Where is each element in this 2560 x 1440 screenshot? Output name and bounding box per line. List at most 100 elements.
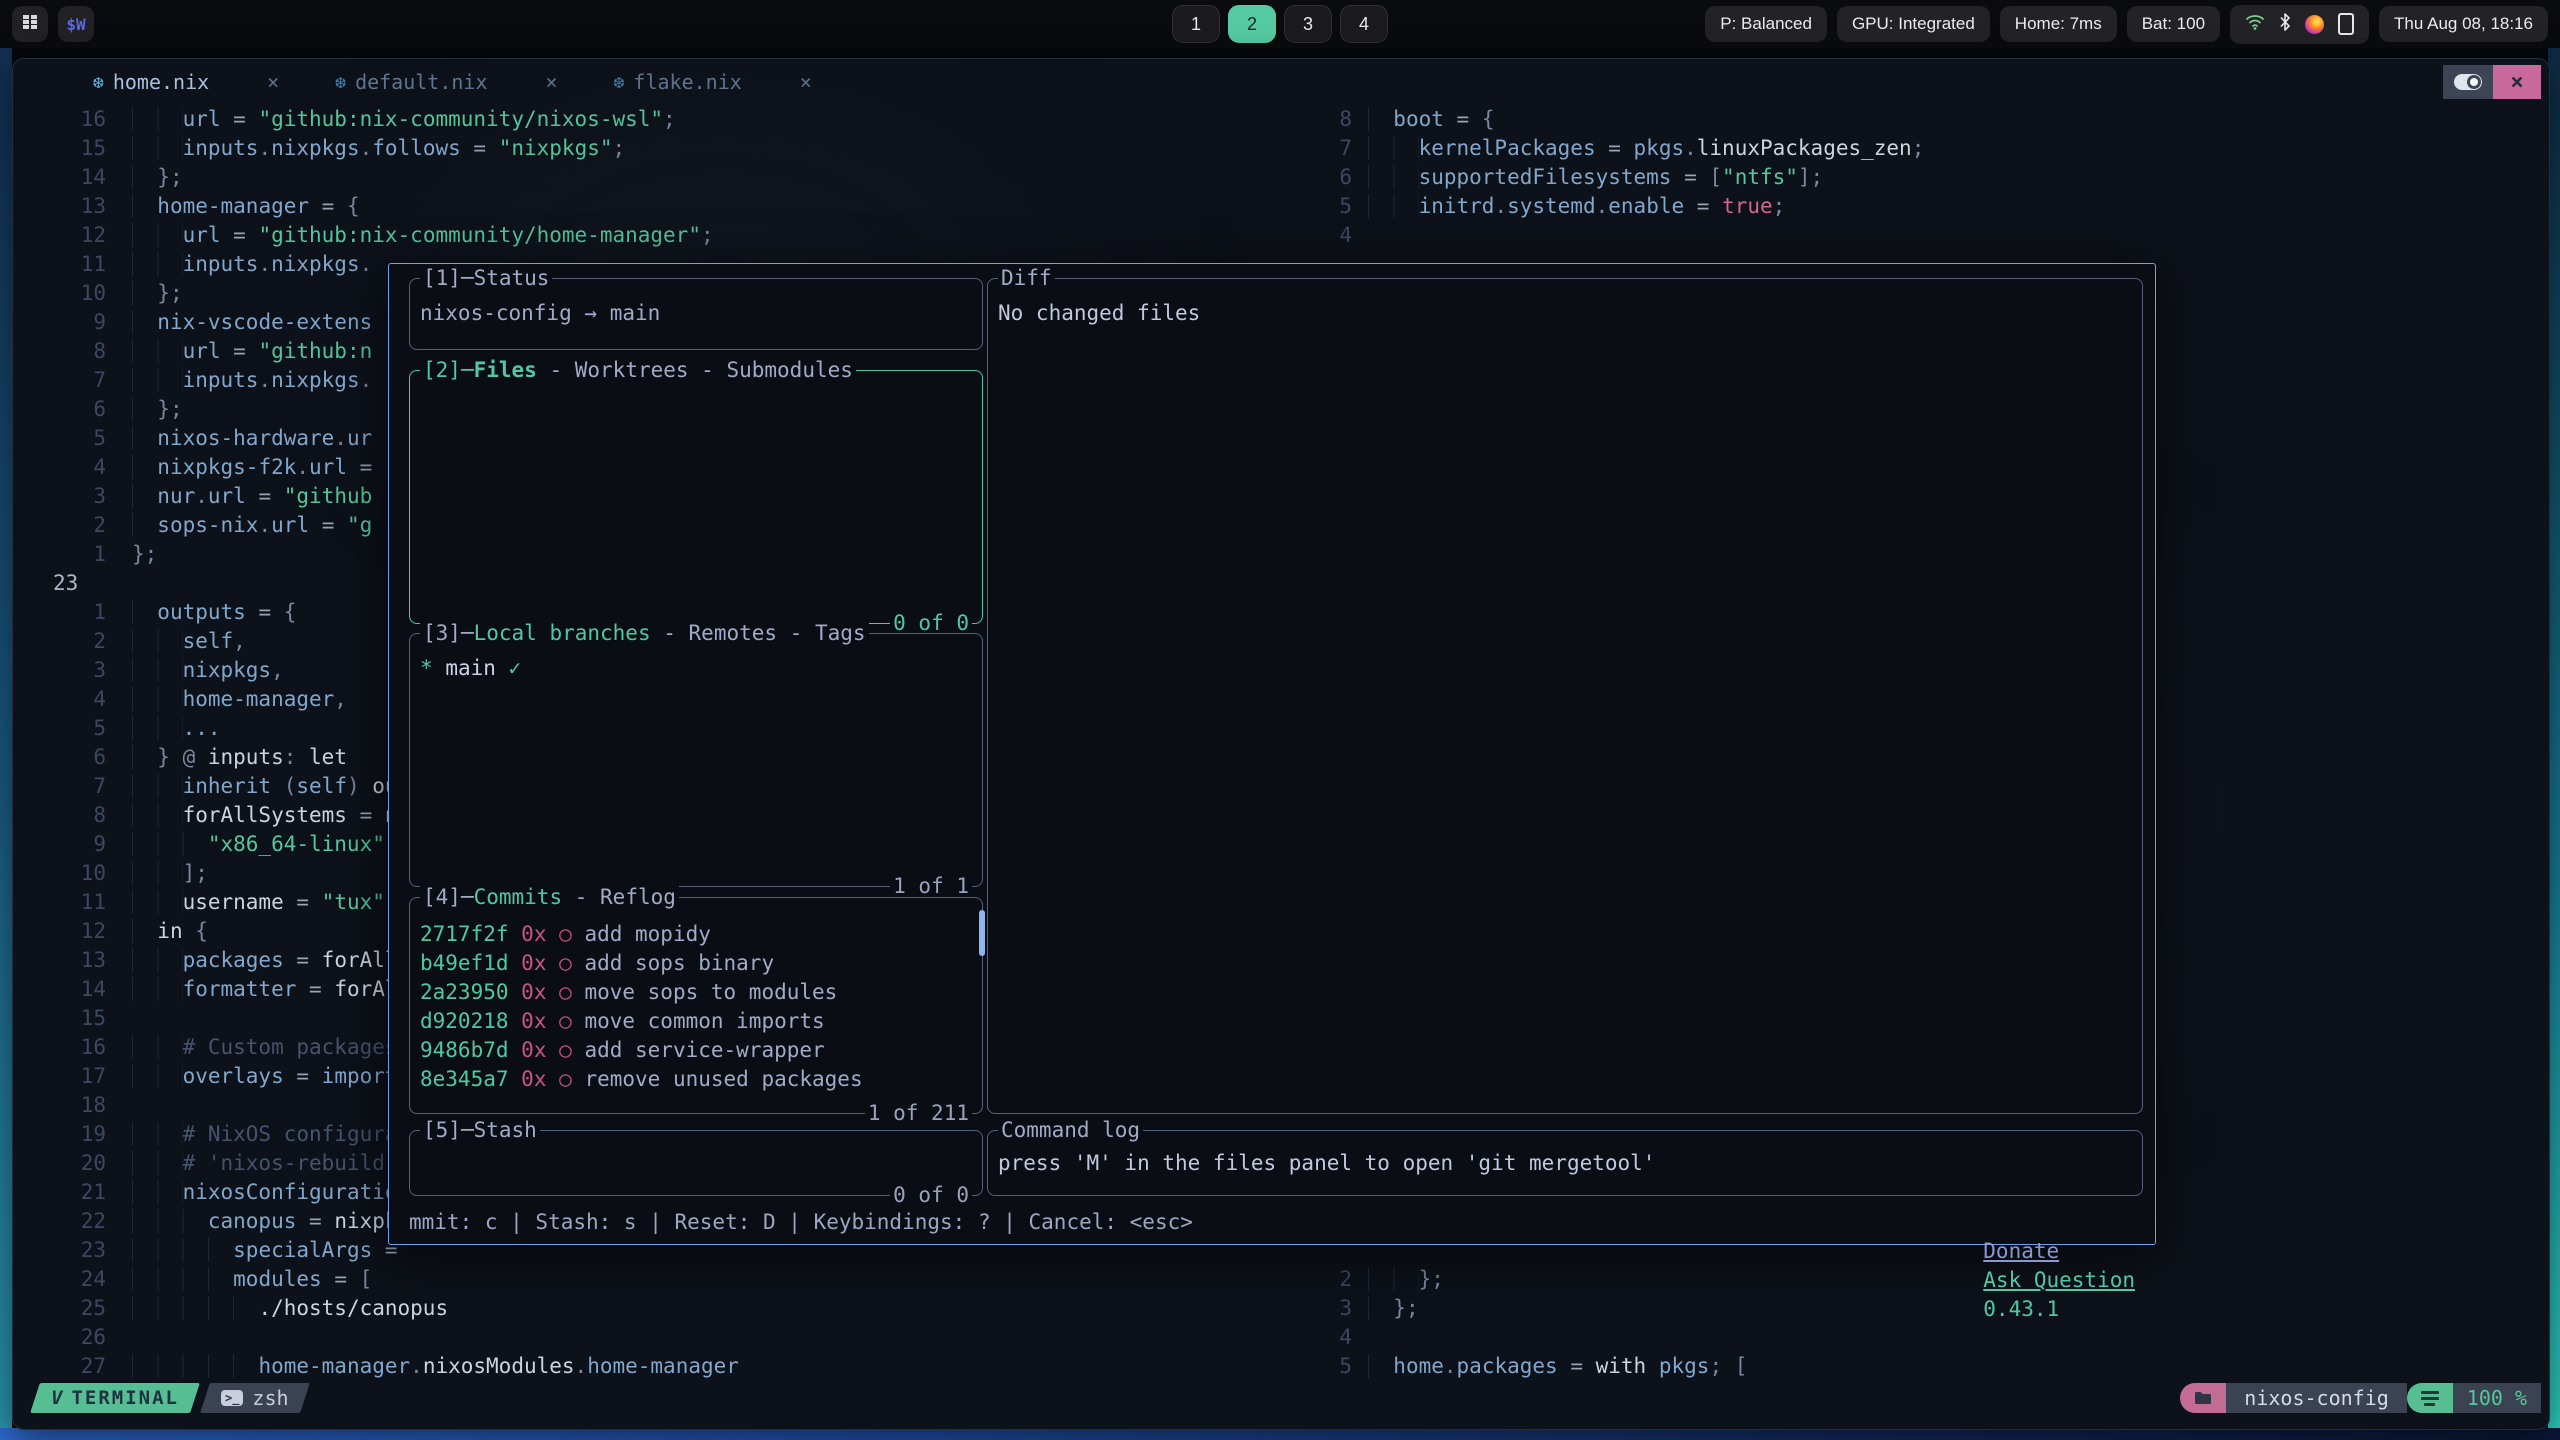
commit-graph-icon: ○ [559, 1038, 572, 1062]
code-text: # 'nixos-rebuild [106, 1149, 385, 1178]
lazygit-commits-panel[interactable]: [4]Commits - Reflog 2717f2f 0x ○ add mop… [409, 897, 983, 1114]
code-text: ... [106, 714, 221, 743]
tab-label: default.nix [355, 70, 487, 94]
line-number: 9 [13, 830, 106, 859]
line-number: 8 [13, 337, 106, 366]
version-label: 0.43.1 [1983, 1297, 2059, 1321]
lazygit-status-panel[interactable]: [1]Status nixos-config → main [409, 278, 983, 350]
line-number: 6 [13, 743, 106, 772]
workspace-button-1[interactable]: 1 [1172, 5, 1220, 43]
commit-row[interactable]: 8e345a7 0x ○ remove unused packages [420, 1065, 972, 1094]
line-number: 7 [1326, 134, 1352, 163]
code-text: url = "github:nix-community/home-manager… [106, 221, 714, 250]
status-pill: P: Balanced [1705, 6, 1827, 42]
command-log-content: press 'M' in the files panel to open 'gi… [988, 1131, 2142, 1178]
code-text: inherit (self) ou [106, 772, 398, 801]
code-text: "x86_64-linux" [106, 830, 385, 859]
commit-author: 0x [521, 1009, 546, 1033]
app-launcher-button[interactable] [12, 6, 48, 42]
panel-count: 0 of 0 [890, 1181, 972, 1210]
line-number: 18 [13, 1091, 106, 1120]
editor-tab-home.nix[interactable]: ❆home.nix× [93, 70, 335, 94]
code-text: # NixOS configura [106, 1120, 398, 1149]
panel-key: [3] [423, 621, 461, 645]
lazygit-branches-panel[interactable]: [3]Local branches - Remotes - Tags * mai… [409, 633, 983, 887]
panel-count: 1 of 211 [865, 1099, 972, 1128]
commit-row[interactable]: b49ef1d 0x ○ add sops binary [420, 949, 972, 978]
commit-graph-icon: ○ [559, 922, 572, 946]
tab-close-button[interactable]: × [800, 70, 812, 94]
workspace-switcher: 1234 [1172, 5, 1388, 43]
toggle-switch-icon [2454, 74, 2482, 90]
other-tabs-label[interactable]: - Worktrees - Submodules [537, 358, 853, 382]
tab-close-button[interactable]: × [267, 70, 279, 94]
commit-row[interactable]: 2717f2f 0x ○ add mopidy [420, 920, 972, 949]
mode-segment: V TERMINAL [35, 1383, 195, 1413]
line-number: 14 [13, 163, 106, 192]
line-number: 3 [13, 656, 106, 685]
code-line: 5 home.packages = with pkgs; [ [1326, 1352, 2506, 1381]
commit-graph-icon: ○ [559, 1067, 572, 1091]
lazygit-command-log-panel[interactable]: Command log press 'M' in the files panel… [987, 1130, 2143, 1196]
commit-row[interactable]: 2a23950 0x ○ move sops to modules [420, 978, 972, 1007]
status-pill: GPU: Integrated [1837, 6, 1990, 42]
code-line: 14 }; [13, 163, 1308, 192]
panel-key: [4] [423, 885, 461, 909]
line-number: 4 [13, 685, 106, 714]
wm-logo-button[interactable]: $W [58, 6, 94, 42]
line-number: 25 [13, 1294, 106, 1323]
apps-grid-icon [22, 14, 38, 35]
lazygit-diff-panel[interactable]: Diff No changed files [987, 278, 2143, 1114]
line-number: 15 [13, 134, 106, 163]
commit-row[interactable]: d920218 0x ○ move common imports [420, 1007, 972, 1036]
active-tab-label[interactable]: Local branches [474, 621, 651, 645]
lazygit-stash-panel[interactable]: [5]Stash 0 of 0 [409, 1130, 983, 1196]
window-toggle-button[interactable] [2443, 65, 2493, 99]
browser-icon[interactable] [2305, 15, 2324, 34]
tab-close-button[interactable]: × [546, 70, 558, 94]
tab-label: home.nix [113, 70, 209, 94]
phone-icon[interactable] [2338, 13, 2354, 35]
workspace-button-3[interactable]: 3 [1284, 5, 1332, 43]
donate-link[interactable]: Donate [1983, 1239, 2059, 1263]
other-tabs-label[interactable]: - Remotes - Tags [651, 621, 866, 645]
line-number: 16 [13, 1033, 106, 1062]
editor-right-pane-top[interactable]: 8 boot = {7 kernelPackages = pkgs.linuxP… [1326, 105, 2506, 250]
shell-segment: >_ zsh [205, 1383, 305, 1413]
window-close-button[interactable]: × [2493, 65, 2541, 99]
commits-scrollbar[interactable] [979, 910, 985, 956]
shell-label: zsh [252, 1386, 288, 1410]
wm-logo-icon: $W [66, 15, 85, 34]
workspace-button-2[interactable]: 2 [1228, 5, 1276, 43]
editor-tab-default.nix[interactable]: ❆default.nix× [335, 70, 613, 94]
terminal-window: ❆home.nix×❆default.nix×❆flake.nix× × 16 … [12, 58, 2550, 1430]
panel-title: Diff [1001, 266, 1052, 290]
line-number: 3 [13, 482, 106, 511]
code-text: modules = [ [106, 1265, 372, 1294]
network-icon[interactable] [2245, 13, 2265, 35]
active-tab-label[interactable]: Commits [474, 885, 563, 909]
line-number: 7 [13, 772, 106, 801]
active-tab-label[interactable]: Files [474, 358, 537, 382]
line-number: 1 [13, 540, 106, 569]
commit-row[interactable]: 9486b7d 0x ○ add service-wrapper [420, 1036, 972, 1065]
workspace-button-4[interactable]: 4 [1340, 5, 1388, 43]
code-text [1352, 221, 1368, 250]
commit-graph-icon: ○ [559, 980, 572, 1004]
other-tabs-label[interactable]: - Reflog [562, 885, 676, 909]
line-number: 7 [13, 366, 106, 395]
bluetooth-icon[interactable] [2279, 13, 2291, 36]
line-number: 10 [13, 279, 106, 308]
commit-message: move sops to modules [584, 980, 837, 1004]
line-number: 1 [13, 598, 106, 627]
border-dash [461, 266, 474, 290]
lazygit-overlay: [1]Status nixos-config → main [2]Files -… [388, 263, 2156, 1245]
lazygit-files-panel[interactable]: [2]Files - Worktrees - Submodules 0 of 0 [409, 370, 983, 624]
editor-tab-flake.nix[interactable]: ❆flake.nix× [614, 70, 868, 94]
line-number: 22 [13, 1207, 106, 1236]
ask-question-link[interactable]: Ask Question [1983, 1268, 2135, 1292]
line-number: 2 [13, 627, 106, 656]
commit-graph-icon: ○ [559, 951, 572, 975]
mode-label: TERMINAL [71, 1387, 179, 1409]
line-number: 15 [13, 1004, 106, 1033]
